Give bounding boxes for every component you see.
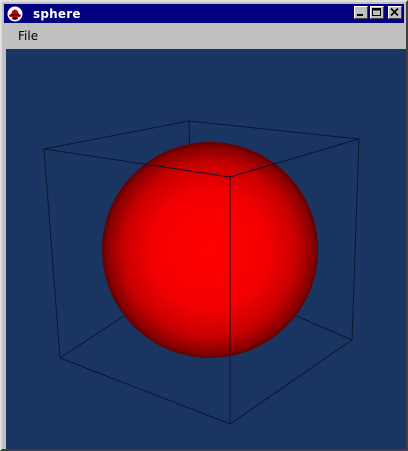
maximize-icon — [372, 8, 381, 16]
minimize-icon — [357, 14, 363, 16]
close-icon — [390, 7, 399, 17]
redhat-icon[interactable] — [7, 6, 23, 22]
maximize-button[interactable] — [370, 6, 384, 19]
minimize-button[interactable] — [354, 6, 368, 19]
menu-file[interactable]: File — [10, 27, 46, 45]
title-buttons — [354, 6, 402, 19]
scene-canvas — [43, 120, 360, 425]
gl-viewport[interactable] — [6, 49, 406, 449]
window-title: sphere — [33, 6, 81, 21]
menu-bar: File — [4, 24, 404, 48]
close-button[interactable] — [388, 6, 402, 19]
title-bar[interactable]: sphere — [4, 4, 404, 23]
app-window: sphere File — [0, 0, 408, 451]
